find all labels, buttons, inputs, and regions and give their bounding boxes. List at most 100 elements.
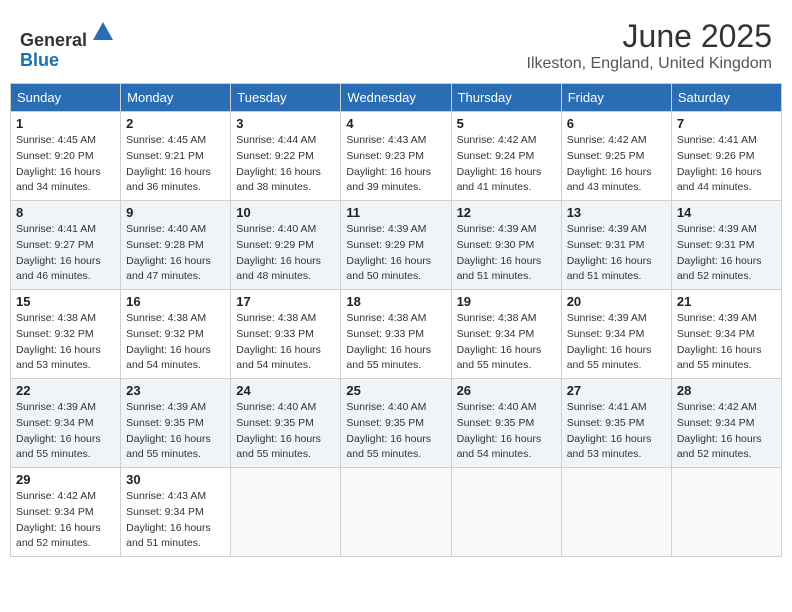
day-number: 18 <box>346 294 445 309</box>
calendar-cell <box>561 468 671 557</box>
day-info: Sunrise: 4:39 AM Sunset: 9:30 PM Dayligh… <box>457 222 556 285</box>
calendar-table: SundayMondayTuesdayWednesdayThursdayFrid… <box>10 83 782 557</box>
calendar-week-5: 29 Sunrise: 4:42 AM Sunset: 9:34 PM Dayl… <box>11 468 782 557</box>
day-number: 9 <box>126 205 225 220</box>
day-number: 1 <box>16 116 115 131</box>
day-number: 23 <box>126 383 225 398</box>
calendar-cell: 3 Sunrise: 4:44 AM Sunset: 9:22 PM Dayli… <box>231 112 341 201</box>
day-number: 7 <box>677 116 776 131</box>
day-number: 30 <box>126 472 225 487</box>
calendar-cell: 7 Sunrise: 4:41 AM Sunset: 9:26 PM Dayli… <box>671 112 781 201</box>
day-number: 11 <box>346 205 445 220</box>
calendar-cell: 28 Sunrise: 4:42 AM Sunset: 9:34 PM Dayl… <box>671 379 781 468</box>
calendar-cell: 20 Sunrise: 4:39 AM Sunset: 9:34 PM Dayl… <box>561 290 671 379</box>
day-info: Sunrise: 4:40 AM Sunset: 9:28 PM Dayligh… <box>126 222 225 285</box>
calendar-cell: 23 Sunrise: 4:39 AM Sunset: 9:35 PM Dayl… <box>121 379 231 468</box>
day-number: 27 <box>567 383 666 398</box>
day-info: Sunrise: 4:42 AM Sunset: 9:34 PM Dayligh… <box>16 489 115 552</box>
calendar-cell: 8 Sunrise: 4:41 AM Sunset: 9:27 PM Dayli… <box>11 201 121 290</box>
calendar-cell: 5 Sunrise: 4:42 AM Sunset: 9:24 PM Dayli… <box>451 112 561 201</box>
calendar-cell: 1 Sunrise: 4:45 AM Sunset: 9:20 PM Dayli… <box>11 112 121 201</box>
calendar-cell: 13 Sunrise: 4:39 AM Sunset: 9:31 PM Dayl… <box>561 201 671 290</box>
day-number: 21 <box>677 294 776 309</box>
day-info: Sunrise: 4:40 AM Sunset: 9:35 PM Dayligh… <box>346 400 445 463</box>
day-info: Sunrise: 4:39 AM Sunset: 9:35 PM Dayligh… <box>126 400 225 463</box>
calendar-cell: 27 Sunrise: 4:41 AM Sunset: 9:35 PM Dayl… <box>561 379 671 468</box>
calendar-cell: 30 Sunrise: 4:43 AM Sunset: 9:34 PM Dayl… <box>121 468 231 557</box>
calendar-cell: 18 Sunrise: 4:38 AM Sunset: 9:33 PM Dayl… <box>341 290 451 379</box>
day-info: Sunrise: 4:41 AM Sunset: 9:26 PM Dayligh… <box>677 133 776 196</box>
weekday-header-monday: Monday <box>121 84 231 112</box>
day-number: 17 <box>236 294 335 309</box>
title-block: June 2025 Ilkeston, England, United King… <box>527 18 772 73</box>
day-info: Sunrise: 4:38 AM Sunset: 9:32 PM Dayligh… <box>16 311 115 374</box>
calendar-cell: 6 Sunrise: 4:42 AM Sunset: 9:25 PM Dayli… <box>561 112 671 201</box>
weekday-header-wednesday: Wednesday <box>341 84 451 112</box>
calendar-cell: 10 Sunrise: 4:40 AM Sunset: 9:29 PM Dayl… <box>231 201 341 290</box>
day-info: Sunrise: 4:45 AM Sunset: 9:20 PM Dayligh… <box>16 133 115 196</box>
day-number: 20 <box>567 294 666 309</box>
calendar-week-3: 15 Sunrise: 4:38 AM Sunset: 9:32 PM Dayl… <box>11 290 782 379</box>
day-number: 4 <box>346 116 445 131</box>
calendar-cell: 16 Sunrise: 4:38 AM Sunset: 9:32 PM Dayl… <box>121 290 231 379</box>
day-info: Sunrise: 4:42 AM Sunset: 9:25 PM Dayligh… <box>567 133 666 196</box>
calendar-cell: 21 Sunrise: 4:39 AM Sunset: 9:34 PM Dayl… <box>671 290 781 379</box>
day-number: 25 <box>346 383 445 398</box>
calendar-cell <box>671 468 781 557</box>
day-info: Sunrise: 4:39 AM Sunset: 9:34 PM Dayligh… <box>16 400 115 463</box>
day-info: Sunrise: 4:38 AM Sunset: 9:33 PM Dayligh… <box>346 311 445 374</box>
day-info: Sunrise: 4:41 AM Sunset: 9:27 PM Dayligh… <box>16 222 115 285</box>
day-info: Sunrise: 4:42 AM Sunset: 9:24 PM Dayligh… <box>457 133 556 196</box>
day-number: 22 <box>16 383 115 398</box>
day-info: Sunrise: 4:38 AM Sunset: 9:33 PM Dayligh… <box>236 311 335 374</box>
calendar-cell: 15 Sunrise: 4:38 AM Sunset: 9:32 PM Dayl… <box>11 290 121 379</box>
day-info: Sunrise: 4:44 AM Sunset: 9:22 PM Dayligh… <box>236 133 335 196</box>
day-number: 29 <box>16 472 115 487</box>
day-number: 8 <box>16 205 115 220</box>
logo-blue: Blue <box>20 50 59 70</box>
weekday-header-friday: Friday <box>561 84 671 112</box>
calendar-cell: 26 Sunrise: 4:40 AM Sunset: 9:35 PM Dayl… <box>451 379 561 468</box>
day-number: 3 <box>236 116 335 131</box>
weekday-header-sunday: Sunday <box>11 84 121 112</box>
day-info: Sunrise: 4:39 AM Sunset: 9:31 PM Dayligh… <box>677 222 776 285</box>
calendar-cell: 22 Sunrise: 4:39 AM Sunset: 9:34 PM Dayl… <box>11 379 121 468</box>
calendar-cell: 25 Sunrise: 4:40 AM Sunset: 9:35 PM Dayl… <box>341 379 451 468</box>
calendar-cell: 19 Sunrise: 4:38 AM Sunset: 9:34 PM Dayl… <box>451 290 561 379</box>
day-info: Sunrise: 4:39 AM Sunset: 9:31 PM Dayligh… <box>567 222 666 285</box>
day-info: Sunrise: 4:43 AM Sunset: 9:23 PM Dayligh… <box>346 133 445 196</box>
day-number: 10 <box>236 205 335 220</box>
logo: General Blue <box>20 18 117 71</box>
calendar-cell: 4 Sunrise: 4:43 AM Sunset: 9:23 PM Dayli… <box>341 112 451 201</box>
calendar-cell: 14 Sunrise: 4:39 AM Sunset: 9:31 PM Dayl… <box>671 201 781 290</box>
weekday-header-saturday: Saturday <box>671 84 781 112</box>
calendar-cell <box>341 468 451 557</box>
day-number: 15 <box>16 294 115 309</box>
day-info: Sunrise: 4:40 AM Sunset: 9:35 PM Dayligh… <box>457 400 556 463</box>
logo-icon <box>89 18 117 46</box>
calendar-cell: 9 Sunrise: 4:40 AM Sunset: 9:28 PM Dayli… <box>121 201 231 290</box>
logo-general: General <box>20 30 87 50</box>
calendar-week-4: 22 Sunrise: 4:39 AM Sunset: 9:34 PM Dayl… <box>11 379 782 468</box>
weekday-header-thursday: Thursday <box>451 84 561 112</box>
day-number: 5 <box>457 116 556 131</box>
location: Ilkeston, England, United Kingdom <box>527 55 772 73</box>
weekday-header-tuesday: Tuesday <box>231 84 341 112</box>
calendar-cell: 29 Sunrise: 4:42 AM Sunset: 9:34 PM Dayl… <box>11 468 121 557</box>
day-info: Sunrise: 4:39 AM Sunset: 9:34 PM Dayligh… <box>567 311 666 374</box>
day-number: 24 <box>236 383 335 398</box>
calendar-cell: 11 Sunrise: 4:39 AM Sunset: 9:29 PM Dayl… <box>341 201 451 290</box>
day-number: 14 <box>677 205 776 220</box>
day-info: Sunrise: 4:43 AM Sunset: 9:34 PM Dayligh… <box>126 489 225 552</box>
calendar-week-1: 1 Sunrise: 4:45 AM Sunset: 9:20 PM Dayli… <box>11 112 782 201</box>
day-number: 16 <box>126 294 225 309</box>
calendar-cell <box>451 468 561 557</box>
day-info: Sunrise: 4:40 AM Sunset: 9:29 PM Dayligh… <box>236 222 335 285</box>
day-info: Sunrise: 4:45 AM Sunset: 9:21 PM Dayligh… <box>126 133 225 196</box>
day-number: 28 <box>677 383 776 398</box>
calendar-cell: 17 Sunrise: 4:38 AM Sunset: 9:33 PM Dayl… <box>231 290 341 379</box>
calendar-cell: 12 Sunrise: 4:39 AM Sunset: 9:30 PM Dayl… <box>451 201 561 290</box>
day-number: 6 <box>567 116 666 131</box>
day-info: Sunrise: 4:39 AM Sunset: 9:29 PM Dayligh… <box>346 222 445 285</box>
day-info: Sunrise: 4:39 AM Sunset: 9:34 PM Dayligh… <box>677 311 776 374</box>
